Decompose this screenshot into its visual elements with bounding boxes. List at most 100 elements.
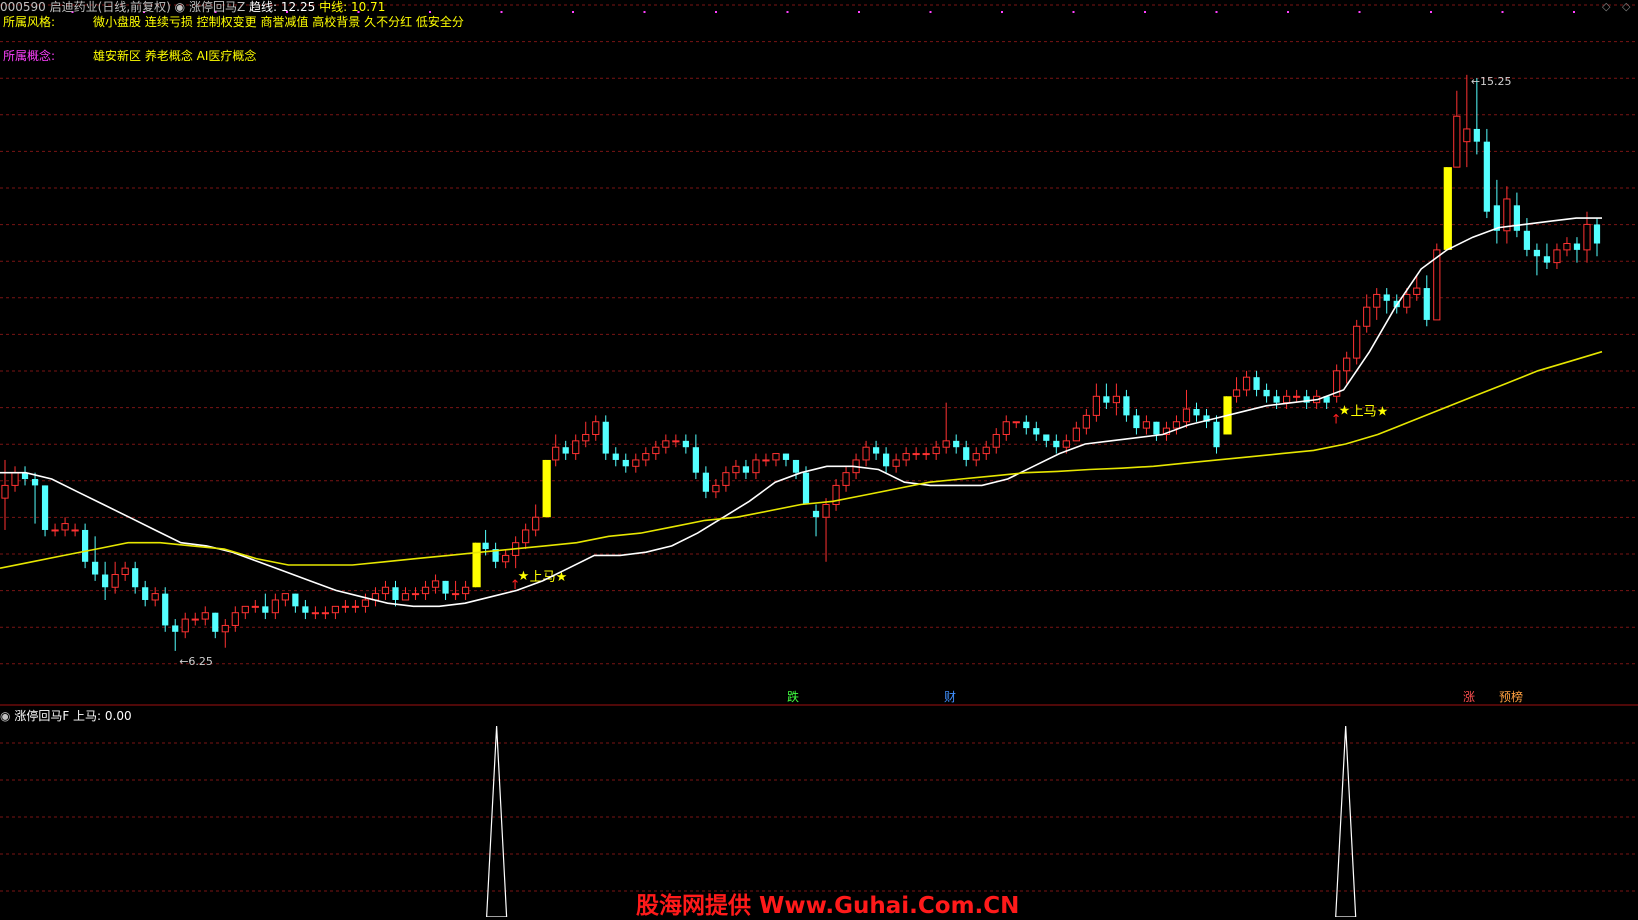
candle-body: [1583, 223, 1591, 251]
signal-arrow: ↑: [1331, 413, 1342, 428]
candle-body: [742, 466, 750, 473]
candle-body: [562, 447, 569, 454]
top-marker: [1573, 11, 1575, 13]
candle-body: [472, 542, 481, 588]
scroll-left-icon: ◇: [1602, 0, 1611, 13]
candle-body: [1033, 428, 1040, 435]
candle-body: [822, 504, 830, 518]
candle-body: [1002, 421, 1010, 435]
candle-body: [111, 574, 119, 588]
candle-body: [71, 529, 79, 532]
candle-body: [682, 440, 689, 448]
candle-body: [652, 446, 660, 455]
candle-body: [502, 554, 510, 563]
candle-body: [1082, 414, 1090, 429]
candle-body: [1153, 421, 1160, 435]
candle-body: [311, 612, 319, 615]
candle-body: [942, 440, 950, 448]
candle-body: [1182, 408, 1191, 423]
candle-body: [11, 472, 19, 486]
candle-body: [972, 453, 980, 461]
sub-settings-icon[interactable]: ◉: [0, 709, 10, 723]
indicator-name: 涨停回马Z: [188, 0, 246, 14]
candle-body: [51, 529, 59, 532]
candle-body: [1533, 249, 1541, 257]
candle-body: [31, 479, 39, 486]
candle-body: [451, 593, 460, 596]
top-marker: [1144, 11, 1146, 13]
candle-body: [162, 593, 169, 626]
chart-stage: ★ 上马★ ↑ ★ 上马★ ↑ ←15.25 ←6.25 跌财涨预榜 ◇ ◇ 000590 启迪药业…: [0, 0, 1638, 919]
candle-body: [331, 605, 340, 614]
style-value: 微小盘股 连续亏损 控制权变更 商誉减值 高校背景 久不分红 低安全分: [93, 15, 464, 29]
candle-body: [1443, 167, 1452, 250]
candle-body: [1012, 421, 1020, 424]
low-price-label: ←6.25: [179, 655, 213, 668]
candle-body: [1423, 288, 1430, 320]
event-label: 涨: [1463, 689, 1475, 704]
candle-body: [1413, 287, 1421, 295]
candle-body: [792, 459, 800, 473]
candle-body: [1473, 128, 1480, 142]
candle-body: [762, 459, 770, 462]
candle-body: [632, 459, 640, 467]
candle-body: [1103, 396, 1110, 403]
candle-body: [1373, 293, 1381, 308]
candle-body: [542, 459, 551, 518]
candle-body: [411, 593, 420, 596]
chart-header: 000590 启迪药业(日线,前复权) ◉ 涨停回马Z 趋线: 12.25 中线…: [0, 0, 385, 14]
candle-body: [41, 485, 49, 530]
top-marker: [1072, 11, 1075, 13]
top-marker: [1430, 11, 1432, 13]
candle-body: [381, 586, 390, 595]
candle-body: [1043, 434, 1050, 441]
settings-icon[interactable]: ◉: [175, 0, 185, 14]
candle-body: [132, 568, 139, 588]
candle-body: [251, 605, 259, 608]
candle-body: [1593, 224, 1601, 244]
candle-body: [1453, 115, 1461, 168]
candle-body: [552, 446, 560, 461]
signal-spike: [486, 725, 508, 917]
candle-body: [262, 606, 269, 613]
candle-body: [622, 459, 629, 467]
candle-body: [842, 472, 850, 486]
candle-body: [292, 593, 299, 607]
stock-code: 000590: [0, 0, 46, 14]
top-marker: [1215, 11, 1218, 13]
candle-body: [782, 453, 790, 460]
candle-body: [1563, 243, 1571, 251]
candle-body: [702, 472, 709, 492]
candle-body: [922, 453, 930, 456]
candle-body: [872, 447, 880, 454]
candle-body: [351, 605, 360, 608]
candle-body: [582, 433, 590, 442]
candle-body: [191, 618, 199, 621]
candle-body: [1092, 395, 1100, 416]
mid-line: [0, 350, 1603, 569]
candle-body: [1553, 249, 1561, 264]
candle-body: [883, 453, 890, 467]
candle-body: [82, 529, 89, 562]
candle-body: [1253, 377, 1260, 390]
candle-body: [181, 618, 189, 633]
top-marker: [1001, 11, 1003, 13]
candle-body: [321, 612, 330, 615]
candle-body: [522, 529, 530, 544]
candle-body: [602, 421, 609, 454]
candle-body: [932, 446, 940, 455]
candle-body: [1353, 325, 1361, 359]
candle-body: [672, 440, 680, 443]
candle-body: [341, 605, 350, 608]
candle-body: [1242, 376, 1251, 391]
top-marker: [929, 11, 932, 13]
candle-body: [231, 612, 239, 626]
candle-body: [1343, 357, 1351, 372]
sub-signal-value: 0.00: [104, 709, 132, 723]
signal-label: 上马★: [1351, 405, 1389, 420]
top-marker: [858, 11, 860, 13]
candle-body: [953, 440, 960, 448]
candle-body: [392, 587, 399, 600]
candle-body: [201, 612, 209, 620]
candle-body: [722, 472, 730, 486]
